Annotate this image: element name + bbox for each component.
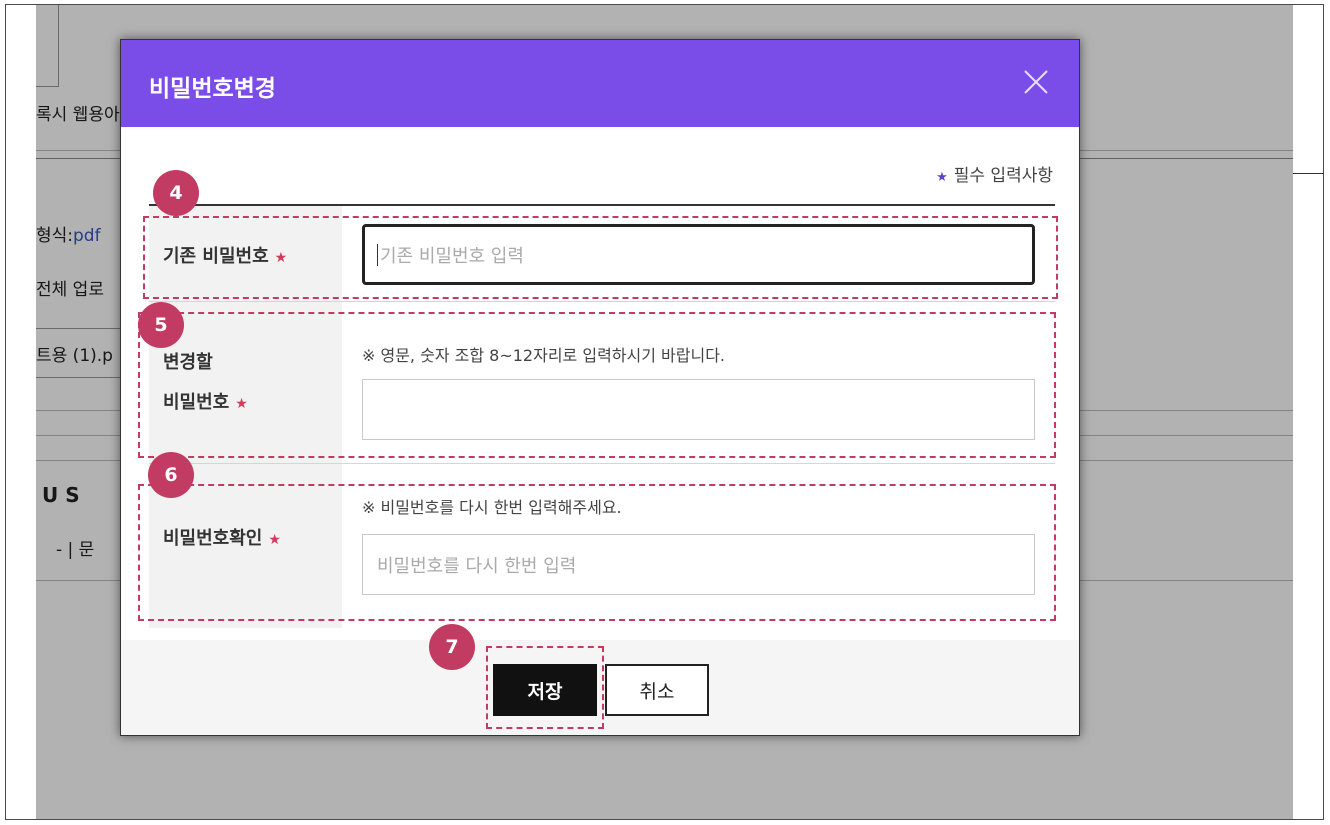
dialog-header: 비밀번호변경 [121, 40, 1079, 127]
annotation-box-6 [138, 484, 1056, 621]
cancel-button[interactable]: 취소 [605, 664, 709, 716]
annotation-badge-4: 4 [153, 170, 199, 216]
annotation-badge-7: 7 [429, 624, 475, 670]
background-divider [1293, 173, 1323, 174]
close-icon[interactable] [1021, 67, 1051, 97]
annotation-box-7 [486, 646, 604, 729]
annotation-badge-5: 5 [138, 302, 184, 348]
annotation-box-5 [138, 312, 1056, 458]
required-note: ★ 필수 입력사항 [936, 166, 1053, 186]
annotation-box-4 [143, 216, 1058, 299]
annotation-badge-6: 6 [148, 452, 194, 498]
dialog-title: 비밀번호변경 [149, 76, 276, 102]
required-star-icon: ★ [936, 170, 948, 185]
